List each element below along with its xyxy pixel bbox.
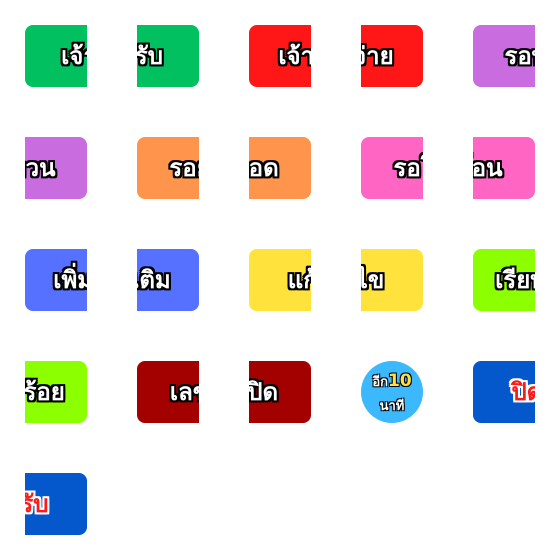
sticker-word: เจ้ารับ	[61, 42, 87, 70]
sticker-left-half[interactable]: เรียบร้อย	[473, 249, 535, 311]
sticker-right-half[interactable]: รอยอด	[249, 137, 311, 199]
sticker-word: เจ้ารับ	[137, 42, 163, 70]
sticker-word: รอทวน	[504, 42, 535, 70]
sticker-right-half[interactable]: รอโอน	[473, 137, 535, 199]
sticker-left-half[interactable]: รอยอด	[137, 137, 199, 199]
sticker-right-half[interactable]: เพิ่มเติม	[137, 249, 199, 311]
sticker-left-half[interactable]: เพิ่มเติม	[25, 249, 87, 311]
sticker-word: รอโอน	[393, 154, 423, 182]
sticker-word: เลขปิด	[169, 378, 199, 406]
sticker-word: เลขปิด	[249, 378, 279, 406]
sticker-right-half[interactable]: เจ้ารับ	[137, 25, 199, 87]
sticker-word: รอยอด	[249, 154, 279, 182]
sticker-word: เพิ่มเติม	[53, 266, 87, 294]
sticker-right-half[interactable]: เจ้าจ่าย	[361, 25, 423, 87]
sticker-left-half[interactable]: เจ้ารับ	[25, 25, 87, 87]
timer-sticker[interactable]: อีก10 นาที	[361, 361, 423, 423]
sticker-word: ปิดรับ	[511, 378, 535, 406]
sticker-left-half[interactable]: รอทวน	[473, 25, 535, 87]
sticker-word: เจ้าจ่าย	[361, 42, 394, 70]
timer-number: 10	[388, 371, 412, 391]
timer-prefix: อีก	[372, 375, 388, 390]
sticker-word: รอยอด	[169, 154, 199, 182]
sticker-right-half[interactable]: เลขปิด	[249, 361, 311, 423]
sticker-right-half[interactable]: ปิดรับ	[25, 473, 87, 535]
sticker-left-half[interactable]: ปิดรับ	[473, 361, 535, 423]
sticker-word: รอทวน	[25, 154, 56, 182]
sticker-left-half[interactable]: แก้ไข	[249, 249, 311, 311]
sticker-right-half[interactable]: แก้ไข	[361, 249, 423, 311]
sticker-word: เพิ่มเติม	[137, 266, 171, 294]
sticker-right-half[interactable]: เรียบร้อย	[25, 361, 87, 423]
sticker-word: แก้ไข	[287, 266, 311, 294]
sticker-right-half[interactable]: รอทวน	[25, 137, 87, 199]
sticker-word: เรียบร้อย	[25, 378, 65, 406]
sticker-word: เรียบร้อย	[495, 266, 535, 294]
sticker-word: เจ้าจ่าย	[278, 42, 311, 70]
timer-line-1: อีก10	[361, 371, 423, 392]
sticker-word: แก้ไข	[361, 266, 385, 294]
sticker-left-half[interactable]: เลขปิด	[137, 361, 199, 423]
sticker-word: ปิดรับ	[25, 490, 49, 518]
sticker-word: รอโอน	[473, 154, 503, 182]
sticker-left-half[interactable]: รอโอน	[361, 137, 423, 199]
timer-suffix: นาที	[379, 399, 405, 414]
sticker-left-half[interactable]: เจ้าจ่าย	[249, 25, 311, 87]
